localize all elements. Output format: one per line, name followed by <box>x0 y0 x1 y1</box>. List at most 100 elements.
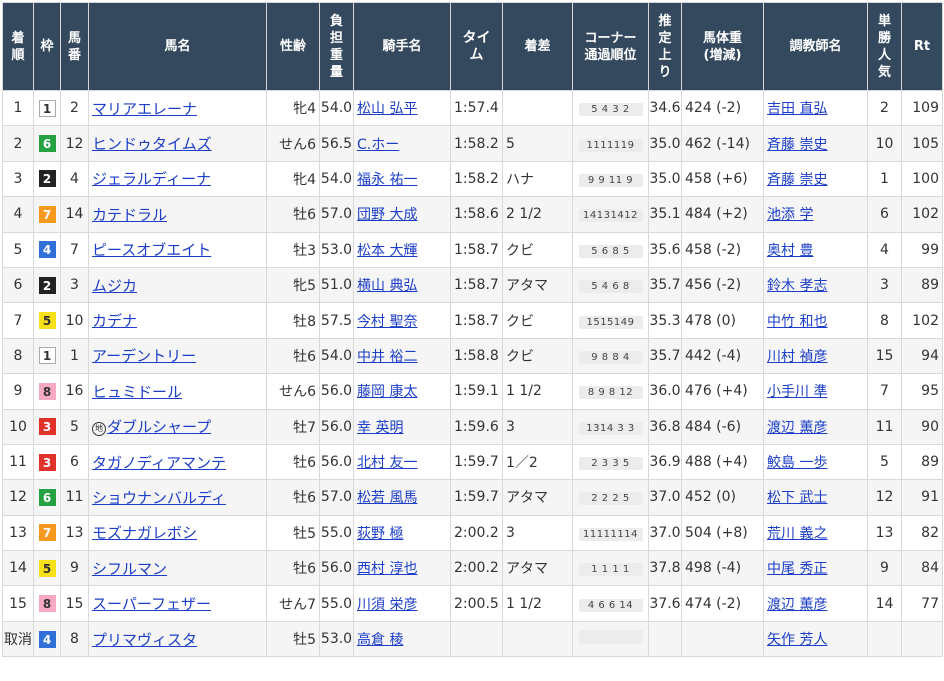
trainer-link[interactable]: 中竹 和也 <box>767 314 827 330</box>
jockey-link[interactable]: 藤岡 康太 <box>357 384 417 400</box>
sex-age: 牡3 <box>266 231 320 268</box>
waku-cell: 4 <box>33 231 61 268</box>
trainer-link[interactable]: 中尾 秀正 <box>767 561 827 577</box>
corner-positions: 4 6 6 14 <box>578 598 643 612</box>
horse-name-link[interactable]: モズナガレボシ <box>92 524 197 542</box>
header-rt[interactable]: Rt <box>901 2 943 91</box>
header-time[interactable]: タイム <box>450 2 503 91</box>
jockey-link[interactable]: 荻野 極 <box>357 526 403 542</box>
jockey-link[interactable]: 幸 英明 <box>357 420 403 436</box>
waku-badge: 4 <box>38 241 56 259</box>
header-label-line: 枠 <box>40 39 54 54</box>
horse-name-link[interactable]: スーパーフェザー <box>92 595 211 613</box>
table-row[interactable]: 9 8 16 ヒュミドール せん6 56.0 藤岡 康太 1:59.1 1 1/2 8 9 8 1… <box>2 373 943 410</box>
header-horse[interactable]: 馬名 <box>88 2 267 91</box>
jockey-link[interactable]: 松本 大輝 <box>357 243 417 259</box>
corner-cell: 9 9 11 9 <box>572 160 649 198</box>
header-sexage[interactable]: 性齢 <box>266 2 320 91</box>
header-label-line: 着 <box>11 30 25 46</box>
jockey-link[interactable]: C.ホー <box>357 137 399 153</box>
trainer-link[interactable]: 奥村 豊 <box>767 243 813 259</box>
jockey-link[interactable]: 高倉 稜 <box>357 632 403 648</box>
header-weight[interactable]: 負担重量 <box>319 2 354 91</box>
jockey-link[interactable]: 西村 淳也 <box>357 561 417 577</box>
table-row[interactable]: 2 6 12 ヒンドゥタイムズ せん6 56.5 C.ホー 1:58.2 5 1111119 35.… <box>2 125 943 162</box>
jockey-link[interactable]: 松山 弘平 <box>357 101 417 117</box>
header-label-line: (増減) <box>703 47 742 63</box>
trainer-link[interactable]: 鮫島 一歩 <box>767 455 827 471</box>
trainer-link[interactable]: 斉藤 崇史 <box>767 172 827 188</box>
margin: 3 <box>502 408 573 445</box>
header-jockey[interactable]: 騎手名 <box>353 2 451 91</box>
table-row[interactable]: 取消 4 8 プリマヴィスタ 牡5 53.0 高倉 稜 矢作 芳人 <box>2 620 943 658</box>
jockey-link[interactable]: 北村 友一 <box>357 455 417 471</box>
table-row[interactable]: 10 3 5 地ダブルシャープ 牡7 56.0 幸 英明 1:59.6 3 1314 3 3 36.… <box>2 408 943 445</box>
table-row[interactable]: 12 6 11 ショウナンバルディ 牡6 57.0 松若 風馬 1:59.7 アタマ 2 2 2 … <box>2 479 943 516</box>
header-margin[interactable]: 着差 <box>502 2 573 91</box>
horse-name-link[interactable]: ヒンドゥタイムズ <box>92 135 212 153</box>
trainer-cell: 鮫島 一歩 <box>763 443 868 481</box>
horse-name-link[interactable]: カテドラル <box>92 206 167 224</box>
table-row[interactable]: 6 2 3 ムジカ 牝5 51.0 横山 典弘 1:58.7 アタマ 5 4 6 8 35.7 456… <box>2 266 943 304</box>
horse-name-link[interactable]: シフルマン <box>92 560 167 578</box>
horse-name-link[interactable]: ダブルシャープ <box>107 418 211 436</box>
trainer-link[interactable]: 松下 武士 <box>767 490 827 506</box>
trainer-link[interactable]: 矢作 芳人 <box>767 632 827 648</box>
header-waku[interactable]: 枠 <box>33 2 61 91</box>
table-row[interactable]: 3 2 4 ジェラルディーナ 牝4 54.0 福永 祐一 1:58.2 ハナ 9 9 11 9 35… <box>2 160 943 198</box>
jockey-link[interactable]: 団野 大成 <box>357 207 417 223</box>
horse-name-link[interactable]: マリアエレーナ <box>92 100 197 118</box>
trainer-link[interactable]: 小手川 準 <box>767 384 827 400</box>
horse-name-cell: マリアエレーナ <box>88 89 267 127</box>
jockey-link[interactable]: 福永 祐一 <box>357 172 417 188</box>
trainer-cell: 渡辺 薫彦 <box>763 408 868 445</box>
margin: 2 1/2 <box>502 196 573 233</box>
table-row[interactable]: 5 4 7 ピースオブエイト 牡3 53.0 松本 大輝 1:58.7 クビ 5 6 8 5 35.… <box>2 231 943 268</box>
header-num[interactable]: 馬番 <box>60 2 89 91</box>
header-pos[interactable]: 着順 <box>2 2 34 91</box>
carried-weight: 57.0 <box>319 479 354 516</box>
horse-name-link[interactable]: ムジカ <box>92 277 137 295</box>
table-row[interactable]: 7 5 10 カデナ 牡8 57.5 今村 聖奈 1:58.7 クビ 1515149 35.3 478… <box>2 302 943 339</box>
horse-name-link[interactable]: タガノディアマンテ <box>92 454 226 472</box>
trainer-link[interactable]: 吉田 直弘 <box>767 101 827 117</box>
table-row[interactable]: 1 1 2 マリアエレーナ 牝4 54.0 松山 弘平 1:57.4 5 4 3 2 34.6 42… <box>2 89 943 127</box>
jockey-link[interactable]: 松若 風馬 <box>357 490 417 506</box>
horse-name-link[interactable]: ヒュミドール <box>92 383 182 401</box>
table-row[interactable]: 14 5 9 シフルマン 牡6 56.0 西村 淳也 2:00.2 アタマ 1 1 1 1 37.8… <box>2 550 943 587</box>
finish-position: 6 <box>2 266 34 304</box>
table-row[interactable]: 11 3 6 タガノディアマンテ 牡6 56.0 北村 友一 1:59.7 1／2 2 3 3 5… <box>2 443 943 481</box>
trainer-link[interactable]: 斉藤 崇史 <box>767 137 827 153</box>
jockey-link[interactable]: 横山 典弘 <box>357 278 417 294</box>
header-pop[interactable]: 単勝人気 <box>867 2 902 91</box>
waku-badge: 7 <box>38 524 56 542</box>
horse-name-link[interactable]: ショウナンバルディ <box>92 489 226 507</box>
carried-weight: 54.0 <box>319 337 354 375</box>
table-row[interactable]: 4 7 14 カテドラル 牡6 57.0 団野 大成 1:58.6 2 1/2 14131412 3… <box>2 196 943 233</box>
horse-name-link[interactable]: ジェラルディーナ <box>92 170 211 188</box>
jockey-link[interactable]: 中井 裕二 <box>357 349 417 365</box>
trainer-link[interactable]: 渡辺 薫彦 <box>767 420 827 436</box>
jockey-link[interactable]: 川須 栄彦 <box>357 597 417 613</box>
header-label-line: 勝 <box>877 30 891 46</box>
trainer-link[interactable]: 渡辺 薫彦 <box>767 597 827 613</box>
table-row[interactable]: 8 1 1 アーデントリー 牡6 54.0 中井 裕二 1:58.8 クビ 9 8 8 4 35.7… <box>2 337 943 375</box>
header-trainer[interactable]: 調教師名 <box>763 2 868 91</box>
trainer-link[interactable]: 荒川 義之 <box>767 526 827 542</box>
trainer-link[interactable]: 池添 学 <box>767 207 813 223</box>
horse-name-link[interactable]: プリマヴィスタ <box>92 631 197 649</box>
header-last3f[interactable]: 推定上り <box>648 2 682 91</box>
table-row[interactable]: 15 8 15 スーパーフェザー せん7 55.0 川須 栄彦 2:00.5 1 1/2 4 6 … <box>2 585 943 622</box>
jockey-link[interactable]: 今村 聖奈 <box>357 314 417 330</box>
rating: 77 <box>901 585 943 622</box>
margin: クビ <box>502 302 573 339</box>
trainer-link[interactable]: 川村 禎彦 <box>767 349 827 365</box>
header-corner[interactable]: コーナー 通過順位 <box>572 2 649 91</box>
body-weight: 474 (-2) <box>681 585 764 622</box>
horse-name-link[interactable]: カデナ <box>92 312 137 330</box>
horse-name-link[interactable]: ピースオブエイト <box>92 241 211 259</box>
header-bodyweight[interactable]: 馬体重 (増減) <box>681 2 764 91</box>
trainer-link[interactable]: 鈴木 孝志 <box>767 278 827 294</box>
horse-name-link[interactable]: アーデントリー <box>92 347 196 365</box>
table-row[interactable]: 13 7 13 モズナガレボシ 牡5 55.0 荻野 極 2:00.2 3 11111114 37.… <box>2 514 943 552</box>
